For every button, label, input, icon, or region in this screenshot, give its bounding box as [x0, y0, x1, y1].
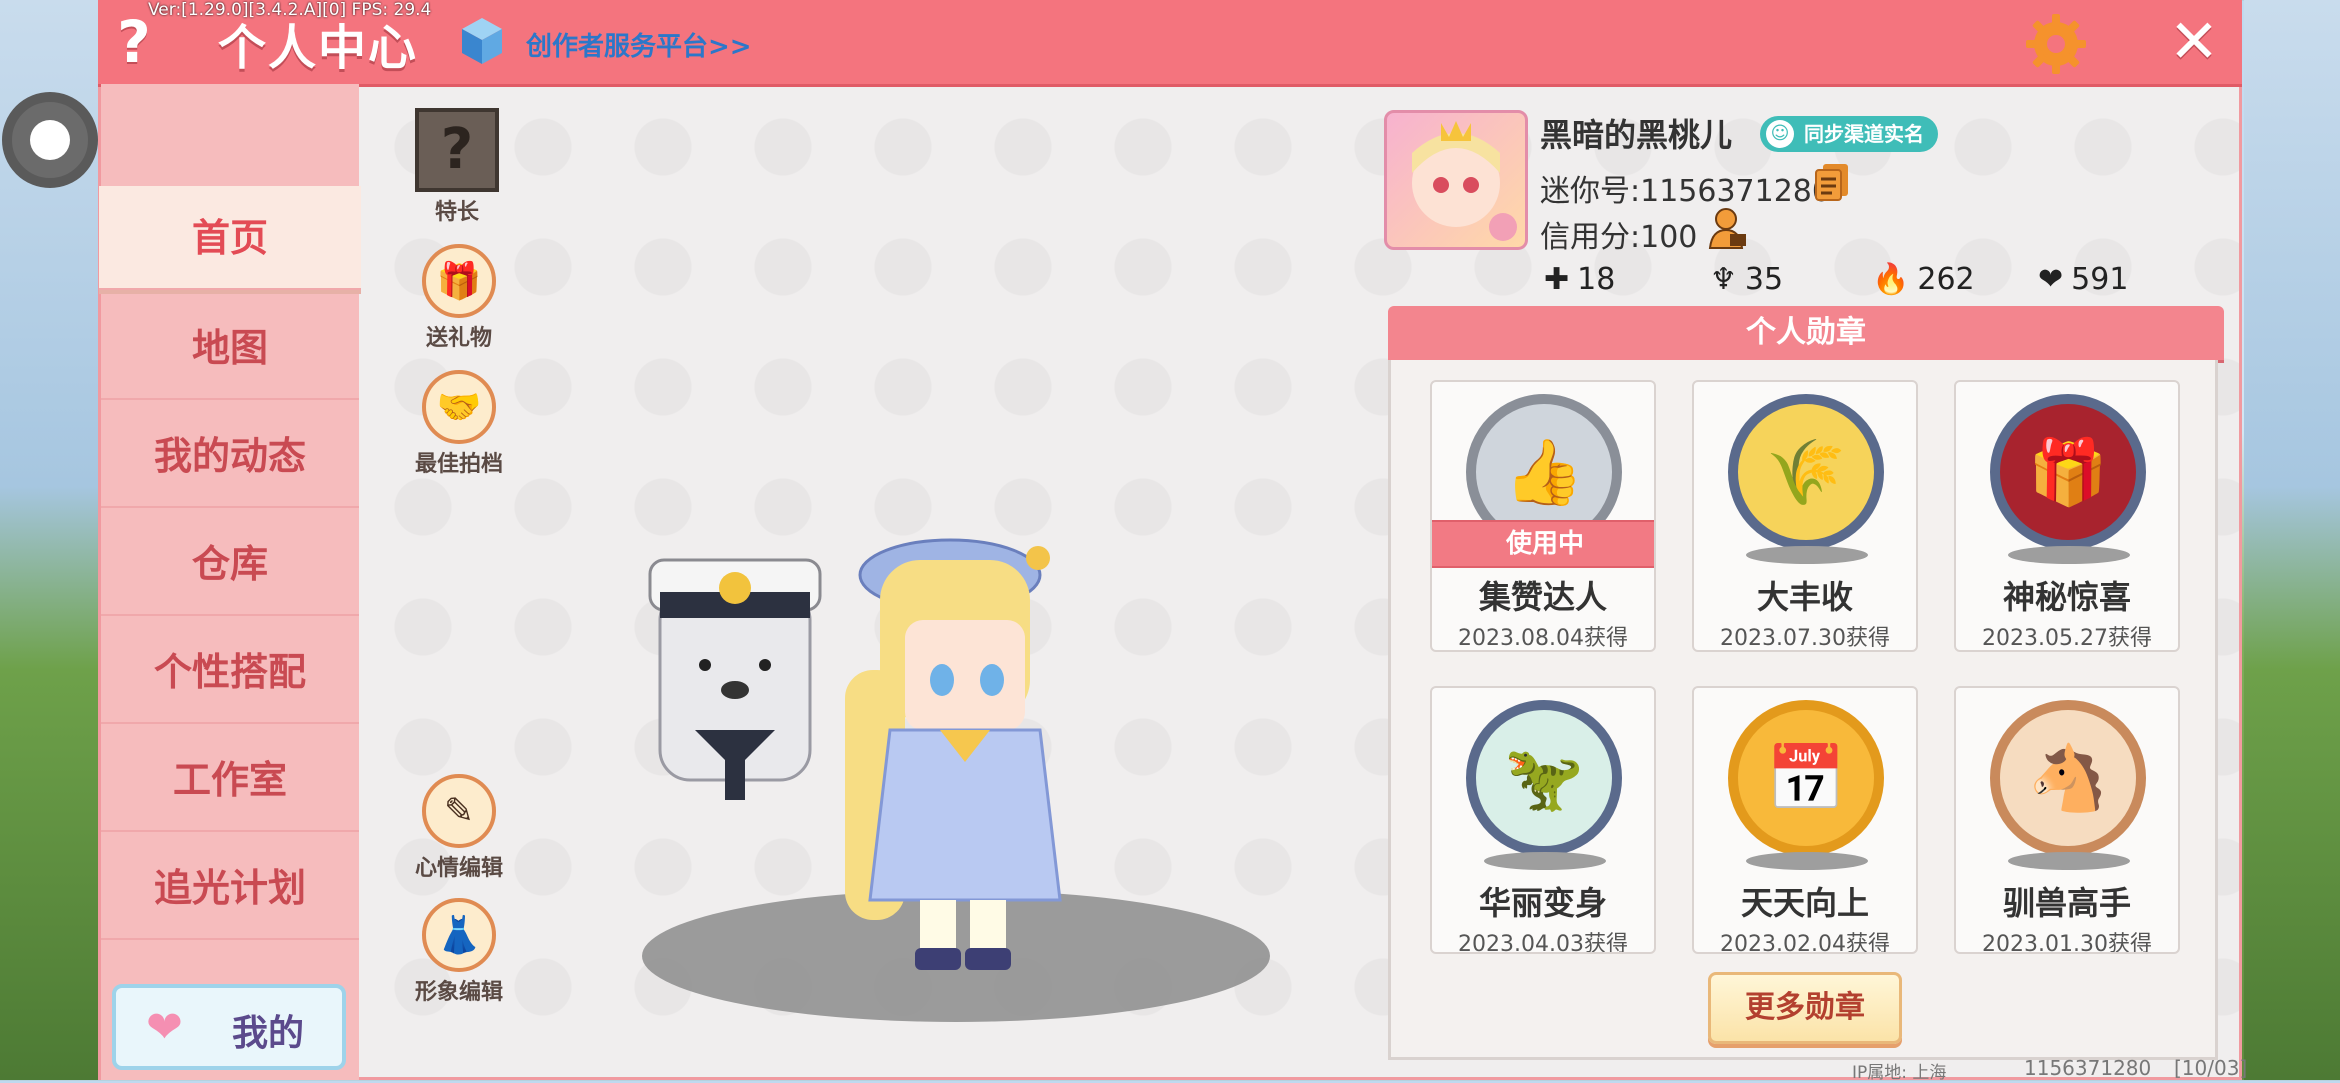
medal-icon: 📅	[1728, 700, 1884, 856]
send-gift-label: 送礼物	[425, 326, 492, 351]
creator-platform-link[interactable]: 创作者服务平台>>	[526, 26, 752, 63]
specialty-label: 特长	[434, 200, 479, 225]
character-avatar[interactable]	[620, 500, 1140, 980]
profile-avatar[interactable]	[1384, 110, 1528, 250]
medal-card[interactable]: 🐴 驯兽高手 2023.01.30获得	[1954, 686, 2180, 954]
nickname: 黑暗的黑桃儿	[1540, 116, 1733, 154]
heart-icon: ❤	[146, 1002, 183, 1053]
medal-icon: 🐴	[1990, 700, 2146, 856]
medal-date: 2023.01.30获得	[1982, 932, 2152, 954]
sidebar-item-light-plan[interactable]: 追光计划	[101, 836, 359, 940]
realname-badge-label: 同步渠道实名	[1804, 122, 1924, 146]
medal-name: 华丽变身	[1478, 884, 1607, 922]
medal-card[interactable]: 👍 使用中 集赞达人 2023.08.04获得	[1430, 380, 1656, 652]
fire-icon: 🔥	[1872, 262, 1910, 297]
stat-bookmarks: ✚ 18	[1544, 262, 1615, 297]
best-partner-button[interactable]: 🤝 最佳拍档	[414, 370, 504, 478]
gear-icon[interactable]	[2024, 12, 2088, 76]
specialty-button[interactable]: ? 特长	[412, 108, 502, 226]
user-verify-icon: ☺	[1766, 120, 1794, 148]
gift-icon: 🎁	[422, 244, 496, 318]
medal-name: 集赞达人	[1478, 578, 1607, 616]
medal-icon: 🦖	[1466, 700, 1622, 856]
mystery-box-icon: ?	[415, 108, 499, 192]
floating-assistive-ball[interactable]	[2, 92, 98, 188]
fans-icon: ♆	[1710, 262, 1737, 297]
medal-date: 2023.08.04获得	[1458, 626, 1628, 651]
bookmark-plus-icon: ✚	[1544, 262, 1570, 297]
sidebar-item-warehouse[interactable]: 仓库	[101, 512, 359, 616]
more-medals-button[interactable]: 更多勋章	[1708, 972, 1902, 1044]
medal-card[interactable]: 🎁 神秘惊喜 2023.05.27获得	[1954, 380, 2180, 652]
medal-shadow	[2008, 546, 2130, 564]
medal-name: 神秘惊喜	[2002, 578, 2131, 616]
medal-date: 2023.05.27获得	[1982, 626, 2152, 651]
sidebar-item-studio[interactable]: 工作室	[101, 728, 359, 832]
credit-score: 信用分:100	[1540, 220, 1698, 255]
close-icon[interactable]: ✕	[2166, 12, 2222, 72]
in-use-banner: 使用中	[1432, 520, 1654, 568]
medal-card[interactable]: 🌾 大丰收 2023.07.30获得	[1692, 380, 1918, 652]
copy-icon[interactable]	[1814, 162, 1850, 202]
handshake-icon: 🤝	[422, 370, 496, 444]
footer-version: [10/03]	[2174, 1056, 2248, 1080]
medal-name: 大丰收	[1756, 578, 1853, 616]
medal-shadow	[1746, 852, 1868, 870]
look-edit-label: 形象编辑	[414, 980, 503, 1005]
medal-icon: 🌾	[1728, 394, 1884, 550]
seal-pet	[648, 558, 822, 800]
send-gift-button[interactable]: 🎁 送礼物	[414, 244, 504, 352]
stat-bookmarks-value: 18	[1577, 262, 1616, 297]
stat-followers: ♆ 35	[1710, 262, 1783, 297]
mood-edit-button[interactable]: ✎ 心情编辑	[414, 774, 504, 882]
stat-followers-value: 35	[1744, 262, 1784, 297]
sidebar-item-home[interactable]: 首页	[99, 186, 361, 290]
medal-shadow	[1484, 852, 1606, 870]
cube-icon[interactable]	[460, 16, 504, 66]
ip-location: IP属地: 上海	[1852, 1063, 1947, 1083]
realname-badge[interactable]: ☺ 同步渠道实名	[1760, 116, 1938, 152]
medal-shadow	[2008, 852, 2130, 870]
medal-date: 2023.02.04获得	[1720, 932, 1890, 954]
sidebar-item-my-posts[interactable]: 我的动态	[101, 404, 359, 508]
medal-card[interactable]: 📅 天天向上 2023.02.04获得	[1692, 686, 1918, 954]
mood-edit-label: 心情编辑	[414, 856, 503, 881]
medal-name: 天天向上	[1740, 884, 1869, 922]
footer-uid: 1156371280	[2024, 1056, 2152, 1080]
sidebar: 首页 地图 我的动态 仓库 个性搭配 工作室 追光计划	[99, 84, 361, 1080]
stat-popularity: 🔥 262	[1872, 262, 1975, 297]
edit-icon: ✎	[422, 774, 496, 848]
medal-date: 2023.04.03获得	[1458, 932, 1628, 954]
sidebar-item-outfit[interactable]: 个性搭配	[101, 620, 359, 724]
stat-likes: ❤ 591	[2038, 262, 2128, 297]
medal-section-header: 个人勋章	[1388, 306, 2224, 360]
mini-id: 迷你号:1156371280	[1540, 174, 1831, 209]
medal-icon: 🎁	[1990, 394, 2146, 550]
medal-card[interactable]: 🦖 华丽变身 2023.04.03获得	[1430, 686, 1656, 954]
outfit-icon: 👗	[422, 898, 496, 972]
me-button[interactable]: ❤ 我的	[112, 984, 346, 1070]
stat-likes-value: 591	[2071, 262, 2129, 297]
background-right	[2244, 0, 2340, 1080]
medal-date: 2023.07.30获得	[1720, 626, 1890, 651]
best-partner-label: 最佳拍档	[414, 452, 503, 477]
me-button-label: 我的	[232, 1013, 305, 1054]
girl-avatar	[845, 538, 1062, 970]
medal-name: 驯兽高手	[2002, 884, 2131, 922]
medal-shadow	[1746, 546, 1868, 564]
sidebar-item-map[interactable]: 地图	[101, 296, 359, 400]
credit-user-icon[interactable]	[1708, 206, 1748, 250]
version-label: Ver:[1.29.0][3.4.2.A][0] FPS: 29.4	[148, 0, 432, 20]
hearts-icon: ❤	[2038, 262, 2064, 297]
stat-popularity-value: 262	[1917, 262, 1975, 297]
look-edit-button[interactable]: 👗 形象编辑	[414, 898, 504, 1006]
